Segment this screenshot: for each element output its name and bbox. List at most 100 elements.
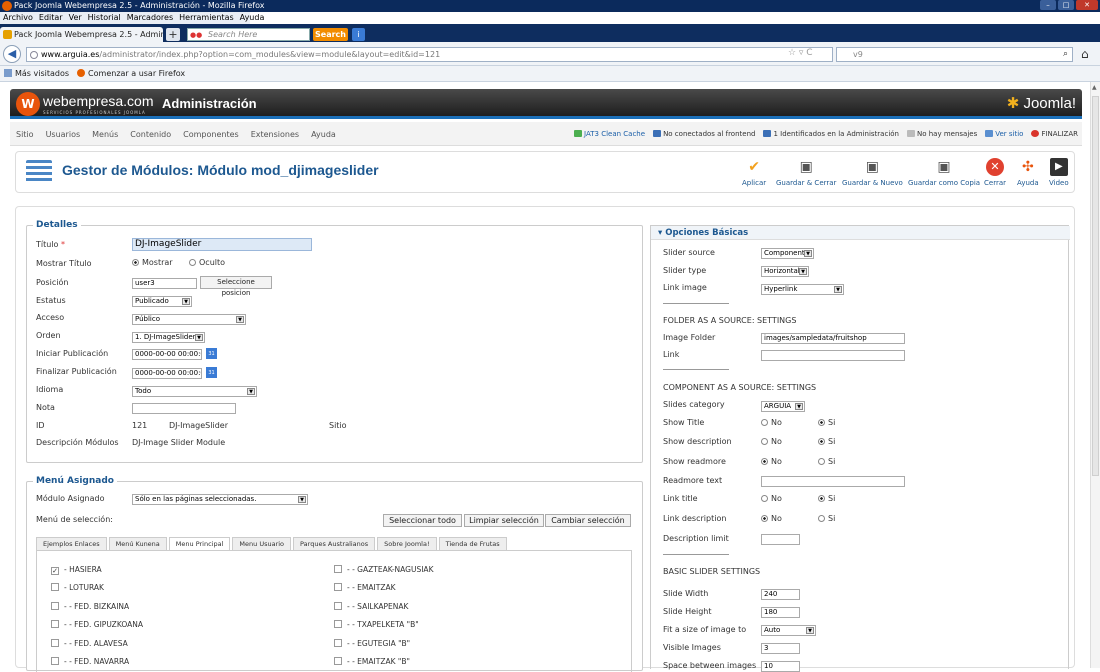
save-new-button[interactable]: ▣ Guardar & Nuevo (842, 158, 903, 187)
tab-sobre-joomla[interactable]: Sobre Joomla! (377, 537, 437, 550)
checkbox-icon[interactable] (51, 638, 59, 647)
menu-item-checkbox[interactable]: - - EMAITZAK "B" (334, 657, 410, 666)
calendar-icon[interactable]: 31 (206, 348, 217, 359)
menu-item-checkbox[interactable]: - - EGUTEGIA "B" (334, 638, 410, 648)
space-between-input[interactable]: 10 (761, 661, 800, 672)
title-input[interactable]: DJ-ImageSlider (132, 238, 312, 251)
link-description-yes-radio[interactable]: Si (818, 514, 835, 523)
address-bar[interactable]: www.arguia.es/administrator/index.php?op… (26, 47, 833, 62)
toggle-selection-button[interactable]: Cambiar selección (545, 514, 631, 527)
status-select[interactable]: Publicado ▼ (132, 296, 192, 307)
browser-tab[interactable]: Pack Joomla Webempresa 2.5 - Adminis... (0, 27, 163, 42)
checkbox-icon[interactable] (51, 620, 59, 629)
link-description-no-radio[interactable]: No (761, 514, 782, 523)
order-select[interactable]: 1. DJ-ImageSlider ▼ (132, 332, 205, 343)
menu-marcadores[interactable]: Marcadores (127, 12, 173, 24)
access-select[interactable]: Público ▼ (132, 314, 246, 325)
note-input[interactable] (132, 403, 236, 414)
new-tab-button[interactable]: + (166, 28, 180, 41)
hide-title-radio[interactable]: Oculto (189, 258, 225, 267)
module-assignment-select[interactable]: Sólo en las páginas seleccionadas. ▼ (132, 494, 308, 505)
maximize-icon[interactable]: □ (1058, 0, 1074, 10)
menu-item-checkbox[interactable]: - - FED. BIZKAINA (51, 601, 129, 611)
messages[interactable]: No hay mensajes (907, 130, 977, 138)
page-scrollbar[interactable]: ▲ (1090, 82, 1100, 668)
clear-selection-button[interactable]: Limpiar selección (464, 514, 544, 527)
select-all-button[interactable]: Seleccionar todo (383, 514, 462, 527)
close-button[interactable]: ✕ Cerrar (984, 158, 1006, 187)
info-icon[interactable]: i (352, 28, 365, 41)
description-limit-input[interactable] (761, 534, 800, 545)
menu-item-checkbox[interactable]: ✓ - HASIERA (51, 565, 102, 575)
browser-search-input[interactable]: v9 ⌕ (836, 47, 1073, 62)
image-folder-input[interactable]: images/sampledata/fruitshop (761, 333, 905, 344)
bookmark-get-started[interactable]: Comenzar a usar Firefox (77, 66, 185, 81)
menu-item-checkbox[interactable]: - - FED. GIPUZKOANA (51, 620, 143, 629)
view-site-link[interactable]: Ver sitio (985, 130, 1023, 138)
link-input[interactable] (761, 350, 905, 361)
toolbar-search-button[interactable]: Search (313, 28, 348, 41)
tab-menu-kunena[interactable]: Menú Kunena (108, 537, 167, 550)
tab-parques-australianos[interactable]: Parques Australianos (293, 537, 376, 550)
video-button[interactable]: ▶ Video (1049, 158, 1069, 187)
tab-menu-usuario[interactable]: Menu Usuario (232, 537, 292, 550)
bookmark-star-icon[interactable]: ☆ ▿ C (788, 48, 813, 58)
save-copy-button[interactable]: ▣ Guardar como Copia (908, 158, 980, 187)
menu-archivo[interactable]: Archivo (3, 12, 33, 24)
close-icon[interactable]: ✕ (1076, 0, 1098, 10)
apply-button[interactable]: ✔ Aplicar (742, 158, 766, 187)
slider-type-select[interactable]: Horizontal ▼ (761, 266, 809, 277)
show-description-no-radio[interactable]: No (761, 437, 782, 446)
tab-tienda-frutas[interactable]: Tienda de Frutas (438, 537, 507, 550)
menu-ayuda[interactable]: Ayuda (240, 12, 265, 24)
show-title-yes-radio[interactable]: Si (818, 418, 835, 427)
tab-menu-principal[interactable]: Menu Principal (168, 537, 231, 550)
show-description-yes-radio[interactable]: Si (818, 437, 835, 446)
menu-ver[interactable]: Ver (69, 12, 82, 24)
checkbox-icon[interactable] (51, 657, 59, 665)
checkbox-icon[interactable] (51, 583, 59, 592)
show-title-radio[interactable]: Mostrar (132, 258, 173, 267)
home-icon[interactable]: ⌂ (1081, 47, 1089, 61)
basic-options-header[interactable]: ▾ Opciones Básicas (651, 226, 1070, 240)
logout-link[interactable]: FINALIZAR (1031, 130, 1078, 138)
menu-item-checkbox[interactable]: - - SAILKAPENAK (334, 601, 408, 611)
admin-menu-extensiones[interactable]: Extensiones (251, 130, 299, 139)
menu-item-checkbox[interactable]: - - FED. ALAVESA (51, 638, 128, 648)
language-select[interactable]: Todo ▼ (132, 386, 257, 397)
menu-item-checkbox[interactable]: - - TXAPELKETA "B" (334, 620, 419, 629)
fit-size-select[interactable]: Auto ▼ (761, 625, 816, 636)
menu-historial[interactable]: Historial (88, 12, 121, 24)
toolbar-search-input[interactable]: ●● Search Here (187, 28, 310, 41)
slides-category-select[interactable]: ARGUIA ▼ (761, 401, 805, 412)
magnifier-icon[interactable]: ⌕ (1063, 48, 1068, 61)
link-title-yes-radio[interactable]: Si (818, 494, 835, 503)
admin-menu-ayuda[interactable]: Ayuda (311, 130, 336, 139)
show-readmore-yes-radio[interactable]: Si (818, 457, 835, 466)
checkbox-icon[interactable] (334, 565, 342, 573)
bookmark-most-visited[interactable]: Más visitados (4, 66, 69, 81)
slide-width-input[interactable]: 240 (761, 589, 800, 600)
admin-menu-contenido[interactable]: Contenido (130, 130, 171, 139)
readmore-text-input[interactable] (761, 476, 905, 487)
checkbox-icon[interactable] (334, 601, 342, 610)
checkbox-icon[interactable] (334, 620, 342, 629)
menu-item-checkbox[interactable]: - - EMAITZAK (334, 583, 396, 592)
checkbox-icon[interactable] (334, 583, 342, 592)
admin-menu-menus[interactable]: Menús (92, 130, 118, 139)
help-button[interactable]: ✣ Ayuda (1017, 158, 1039, 187)
visible-images-input[interactable]: 3 (761, 643, 800, 654)
save-close-button[interactable]: ▣ Guardar & Cerrar (776, 158, 836, 187)
select-position-button[interactable]: Seleccione posicion (200, 276, 272, 297)
admin-menu-usuarios[interactable]: Usuarios (46, 130, 81, 139)
checkbox-icon[interactable] (334, 638, 342, 647)
slider-source-select[interactable]: Component ▼ (761, 248, 814, 259)
checkbox-icon[interactable] (334, 657, 342, 665)
menu-item-checkbox[interactable]: - LOTURAK (51, 583, 104, 592)
menu-herramientas[interactable]: Herramientas (179, 12, 234, 24)
back-arrow-icon[interactable]: ◀ (3, 45, 21, 63)
minimize-icon[interactable]: – (1040, 0, 1056, 10)
show-title-no-radio[interactable]: No (761, 418, 782, 427)
calendar-icon[interactable]: 31 (206, 367, 217, 378)
publish-start-input[interactable]: 0000-00-00 00:00:00 (132, 349, 202, 360)
